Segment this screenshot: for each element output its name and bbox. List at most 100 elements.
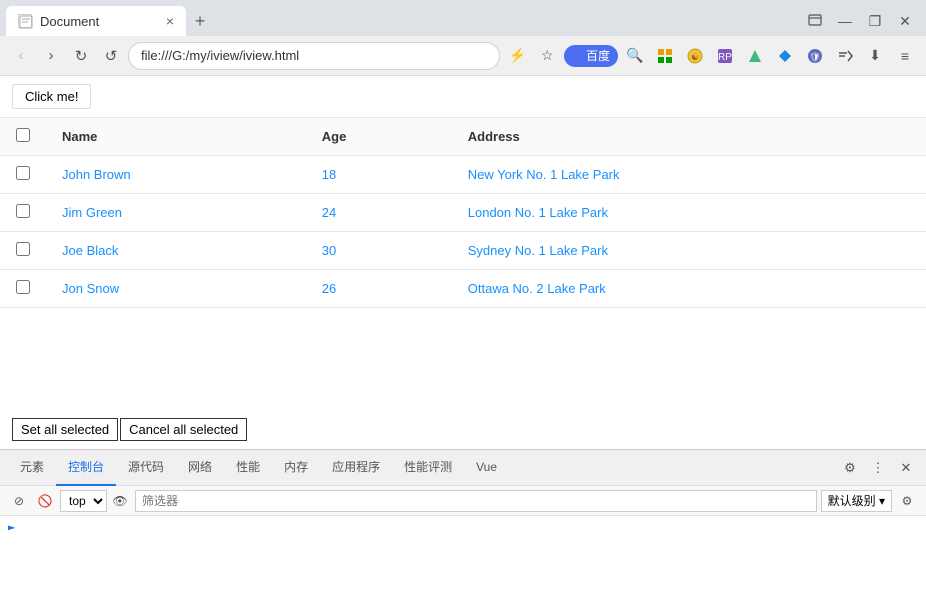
lightning-button[interactable]: ⚡ [504,43,530,69]
svg-text:🛡: 🛡 [809,52,820,62]
table-wrapper: Name Age Address John Brown 18 New York … [0,117,926,410]
devtools-tab-控制台[interactable]: 控制台 [56,450,116,486]
window-pin-button[interactable] [802,8,828,34]
download-icon[interactable]: ⬇ [862,43,888,69]
cancel-all-selected-button[interactable]: Cancel all selected [120,418,247,441]
address-bar[interactable]: file:///G:/my/iview/iview.html [128,42,500,70]
devtools-tab-性能评测[interactable]: 性能评测 [392,450,464,486]
page-content: Click me! Name Age Address [0,76,926,449]
row-address-0: New York No. 1 Lake Park [452,156,926,194]
click-me-area: Click me! [0,76,926,117]
console-arrow[interactable]: ► [8,520,15,534]
click-me-button[interactable]: Click me! [12,84,91,109]
nav-right-buttons: ⚡ ☆ æ 百度 🔍 ☯ RP 🛡 [504,43,918,69]
row-name-2: Joe Black [46,232,306,270]
window-close-button[interactable]: ✕ [892,8,918,34]
new-tab-button[interactable]: + [186,7,214,35]
grid-icon[interactable] [652,43,678,69]
row-name-link-3[interactable]: Jon Snow [62,281,119,296]
row-age-3: 26 [306,270,452,308]
window-maximize-button[interactable]: ❐ [862,8,888,34]
devtools-tab-应用程序[interactable]: 应用程序 [320,450,392,486]
set-all-selected-button[interactable]: Set all selected [12,418,118,441]
row-checkbox-0[interactable] [16,166,30,180]
filter-input[interactable] [135,490,817,512]
window-controls: — ❐ ✕ [802,8,926,34]
level-button[interactable]: 默认级别 ▾ [821,490,892,512]
devtools-tab-网络[interactable]: 网络 [176,450,224,486]
hard-reload-button[interactable]: ↺ [98,43,124,69]
baidu-label: 百度 [586,47,610,64]
devtools-console: ► [0,516,926,599]
ext5-icon[interactable]: 🛡 [802,43,828,69]
window-minimize-button[interactable]: — [832,8,858,34]
ext3-icon[interactable] [742,43,768,69]
row-address-2: Sydney No. 1 Lake Park [452,232,926,270]
context-select-wrap: top 👁 [60,490,131,512]
svg-text:☯: ☯ [691,52,699,62]
row-checkbox-cell [0,156,46,194]
row-checkbox-2[interactable] [16,242,30,256]
devtools-tab-bar: 元素控制台源代码网络性能内存应用程序性能评测Vue ⚙ ⋮ ✕ [0,450,926,486]
row-address-3: Ottawa No. 2 Lake Park [452,270,926,308]
row-checkbox-cell [0,194,46,232]
tab-close-button[interactable]: × [166,13,174,29]
tab-bar: Document × + — ❐ ✕ [0,0,926,36]
row-checkbox-3[interactable] [16,280,30,294]
devtools-panel: 元素控制台源代码网络性能内存应用程序性能评测Vue ⚙ ⋮ ✕ ⊘ 🚫 top … [0,449,926,599]
devtools-gear-button[interactable]: ⚙ [896,490,918,512]
row-checkbox-cell [0,232,46,270]
browser-tab[interactable]: Document × [6,6,186,36]
row-name-link-0[interactable]: John Brown [62,167,131,182]
devtools-more-button[interactable]: ⋮ [866,456,890,480]
address-text: file:///G:/my/iview/iview.html [141,48,299,63]
level-select-wrap: 默认级别 ▾ [821,490,892,512]
devtools-toolbar: ⊘ 🚫 top 👁 默认级别 ▾ ⚙ [0,486,926,516]
devtools-settings-button[interactable]: ⚙ [838,456,862,480]
row-age-0: 18 [306,156,452,194]
devtools-tab-性能[interactable]: 性能 [224,450,272,486]
select-all-checkbox[interactable] [16,128,30,142]
nav-bar: ‹ › ↻ ↺ file:///G:/my/iview/iview.html ⚡… [0,36,926,76]
table-row: John Brown 18 New York No. 1 Lake Park [0,156,926,194]
table-row: Jim Green 24 London No. 1 Lake Park [0,194,926,232]
context-visibility-button[interactable]: 👁 [109,490,131,512]
ext2-icon[interactable]: RP [712,43,738,69]
row-checkbox-1[interactable] [16,204,30,218]
ext4-icon[interactable] [772,43,798,69]
star-button[interactable]: ☆ [534,43,560,69]
devtools-stop-button[interactable]: ⊘ [8,490,30,512]
row-checkbox-cell [0,270,46,308]
ext6-icon[interactable] [832,43,858,69]
row-name-link-2[interactable]: Joe Black [62,243,118,258]
reload-button[interactable]: ↻ [68,43,94,69]
data-table: Name Age Address John Brown 18 New York … [0,117,926,308]
devtools-tab-内存[interactable]: 内存 [272,450,320,486]
context-select[interactable]: top [60,490,107,512]
header-checkbox-cell [0,118,46,156]
back-button[interactable]: ‹ [8,43,34,69]
tab-title: Document [40,14,99,29]
ext1-icon[interactable]: ☯ [682,43,708,69]
tab-favicon [18,14,32,28]
search-icon[interactable]: 🔍 [622,43,648,69]
row-age-1: 24 [306,194,452,232]
row-name-0: John Brown [46,156,306,194]
table-row: Jon Snow 26 Ottawa No. 2 Lake Park [0,270,926,308]
row-age-2: 30 [306,232,452,270]
menu-icon[interactable]: ≡ [892,43,918,69]
devtools-tab-源代码[interactable]: 源代码 [116,450,176,486]
devtools-close-button[interactable]: ✕ [894,456,918,480]
svg-text:RP: RP [718,52,732,63]
devtools-tab-Vue[interactable]: Vue [464,450,509,486]
devtools-tab-元素[interactable]: 元素 [8,450,56,486]
row-name-link-1[interactable]: Jim Green [62,205,122,220]
header-age: Age [306,118,452,156]
action-buttons-row: Set all selected Cancel all selected [0,410,926,449]
browser-chrome: Document × + — ❐ ✕ ‹ › ↻ ↺ file:///G:/my… [0,0,926,599]
devtools-clear-button[interactable]: 🚫 [34,490,56,512]
forward-button[interactable]: › [38,43,64,69]
row-name-1: Jim Green [46,194,306,232]
devtools-controls: ⚙ ⋮ ✕ [838,456,918,480]
baidu-button[interactable]: æ 百度 [564,45,618,67]
